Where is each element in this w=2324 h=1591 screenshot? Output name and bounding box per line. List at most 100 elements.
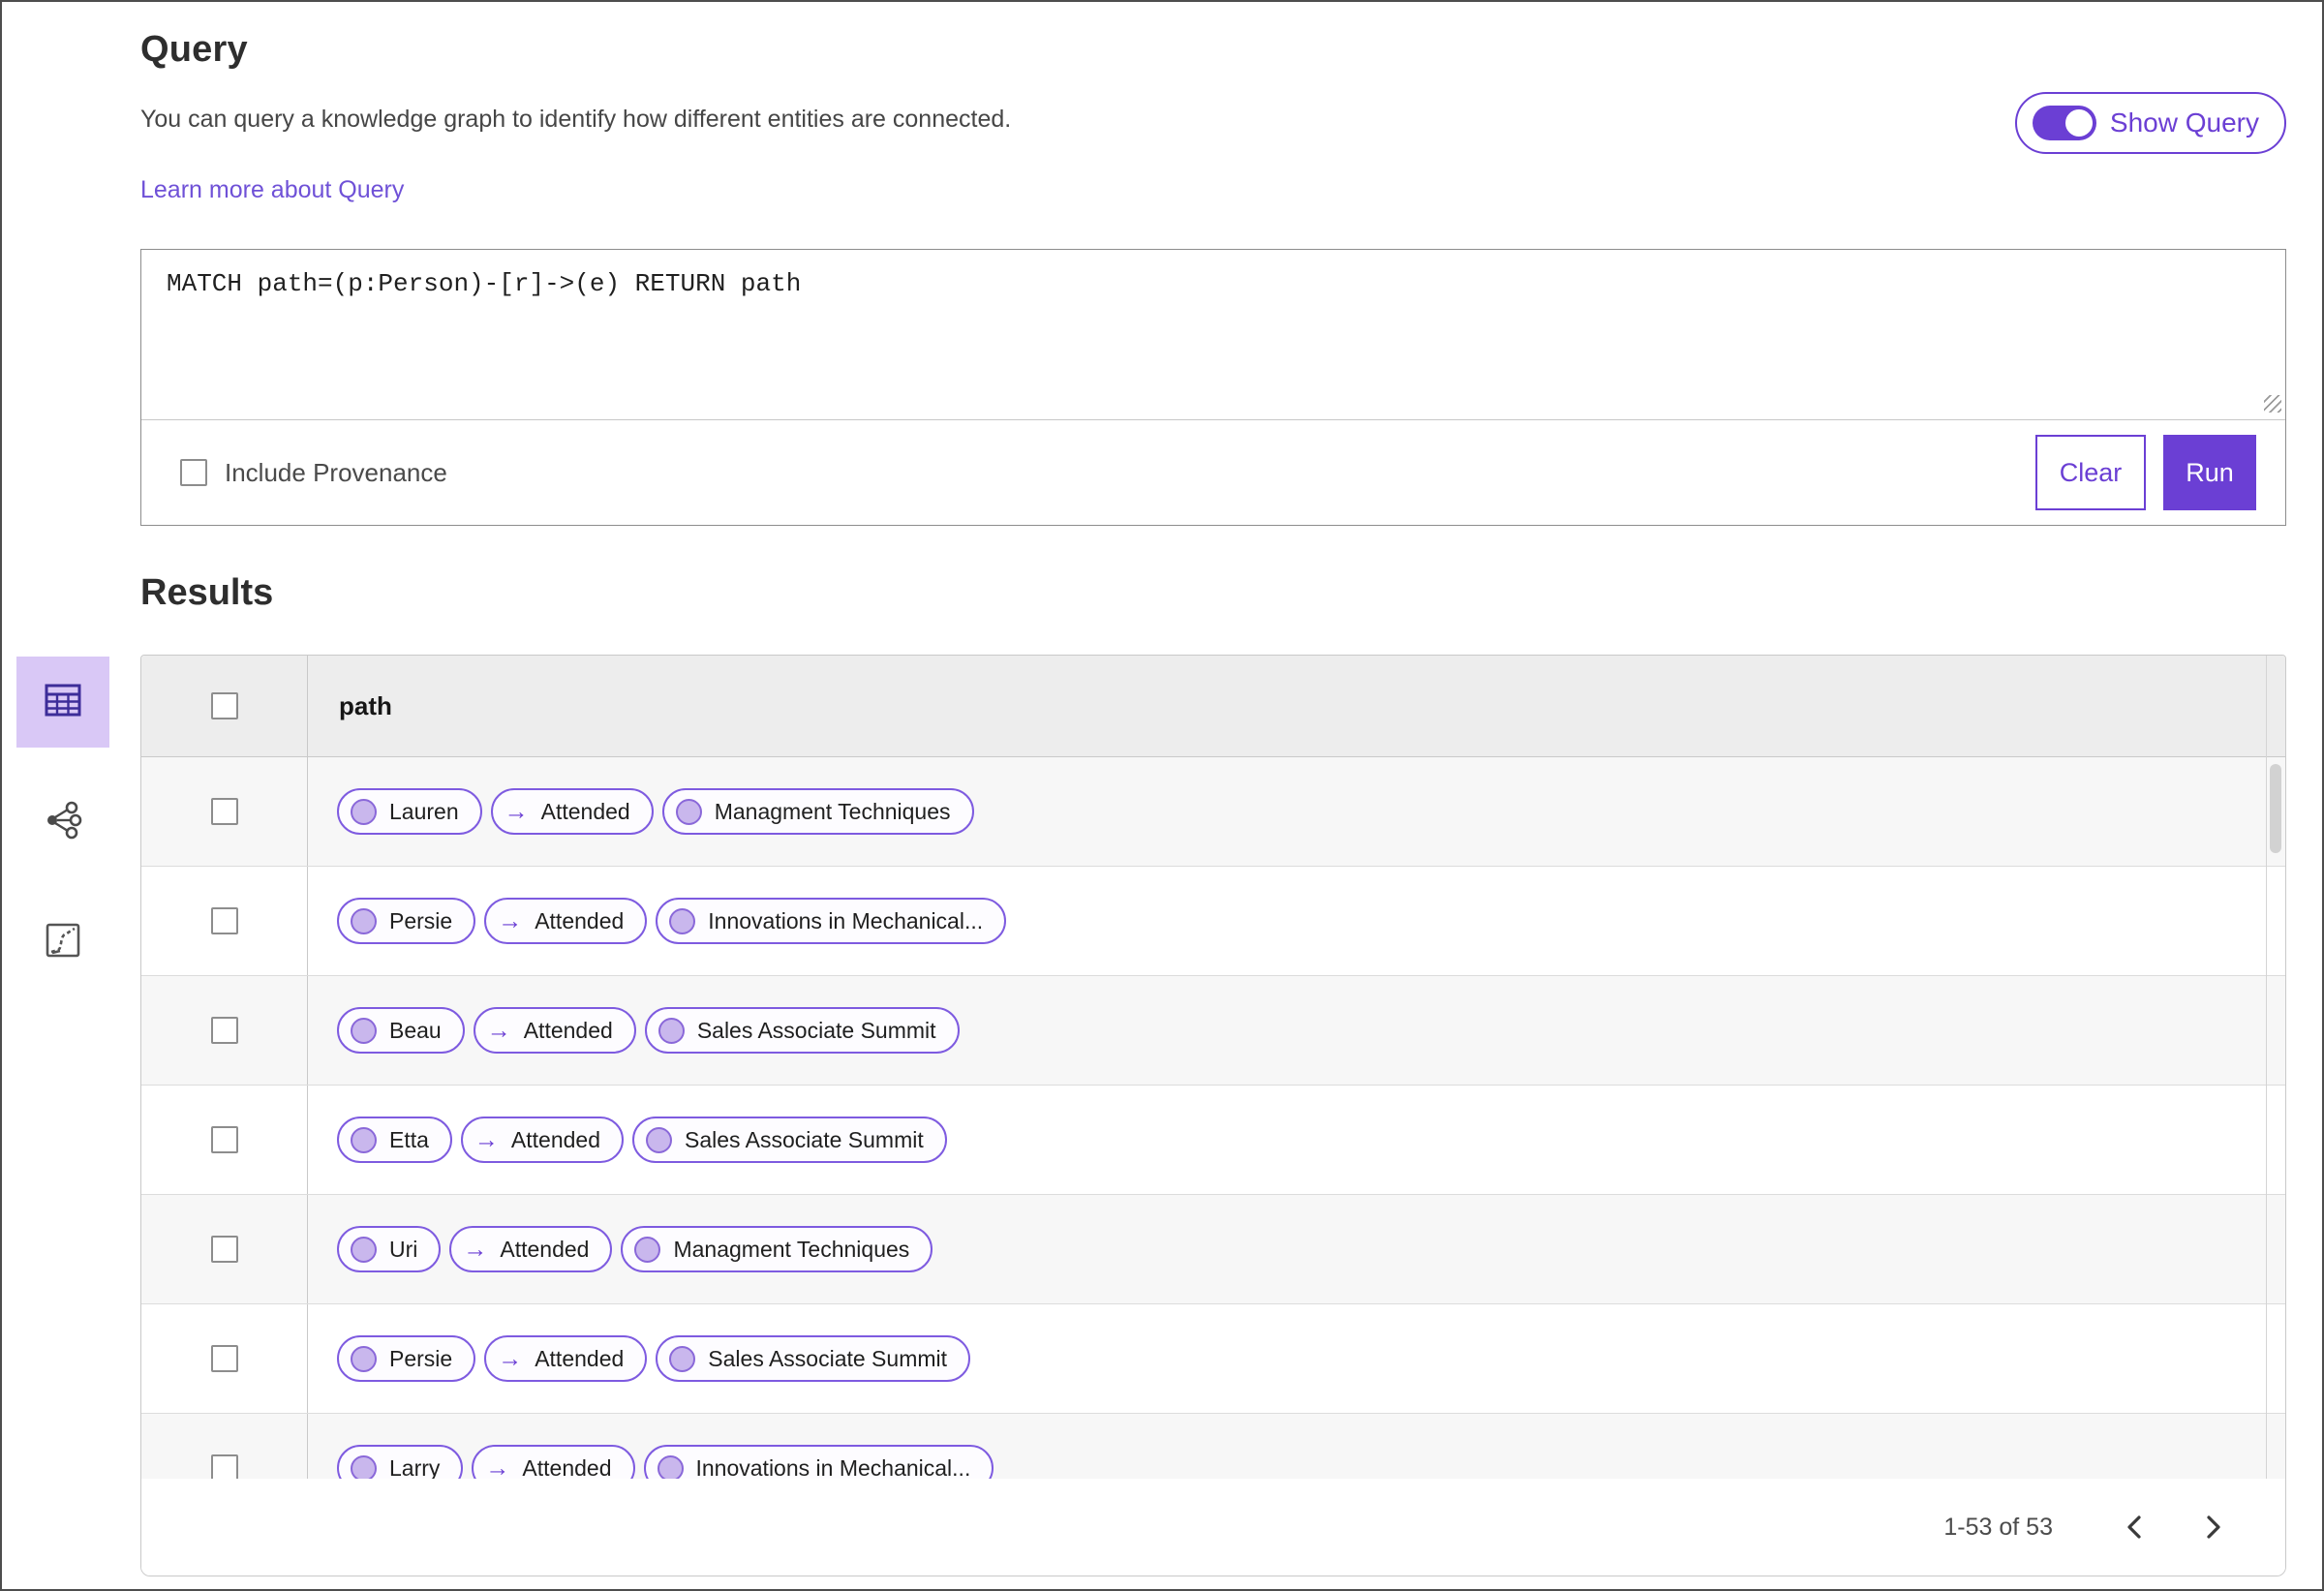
target-node-pill[interactable]: Innovations in Mechanical... [643,1445,994,1479]
table-view-button[interactable] [16,657,109,748]
chevron-right-icon[interactable] [2190,1504,2237,1550]
path-cell: Lauren → Attended Managment Techniques [308,757,2285,866]
learn-more-link[interactable]: Learn more about Query [140,176,404,204]
include-provenance-label: Include Provenance [225,457,447,487]
target-node-pill[interactable]: Sales Associate Summit [656,1335,971,1382]
edge-label: Attended [522,1454,612,1480]
page-range-label: 1-53 of 53 [1943,1513,2053,1541]
row-select-cell [141,867,308,975]
edge-pill[interactable]: → Attended [472,1445,635,1480]
arrow-right-icon: → [498,906,523,934]
source-node-pill[interactable]: Larry [337,1445,464,1479]
clear-button[interactable]: Clear [2035,435,2146,510]
node-dot-icon [669,1345,696,1372]
toggle-knob [2062,107,2095,139]
path-cell: Larry → Attended Innovations in Mechanic… [308,1414,2285,1479]
source-node-pill[interactable]: Lauren [337,788,482,835]
table-icon [45,684,81,721]
resize-grip-icon[interactable] [2264,395,2281,413]
path-cell: Uri → Attended Managment Techniques [308,1195,2285,1303]
node-dot-icon [351,1126,377,1153]
source-node-pill[interactable]: Beau [337,1007,465,1054]
show-query-label: Show Query [2109,107,2259,138]
edge-pill[interactable]: → Attended [449,1226,613,1272]
query-description: You can query a knowledge graph to ident… [140,106,1012,133]
row-select-cell [141,1086,308,1194]
row-select-cell [141,1414,308,1479]
row-select-cell [141,976,308,1085]
intro-text: You can query a knowledge graph to ident… [140,71,1011,204]
row-checkbox[interactable] [210,1126,238,1153]
row-checkbox[interactable] [210,1454,238,1479]
target-node-pill[interactable]: Sales Associate Summit [644,1007,960,1054]
arrow-right-icon: → [485,1453,510,1480]
source-node-pill[interactable]: Uri [337,1226,442,1272]
node-dot-icon [351,798,377,825]
source-node-label: Persie [389,1345,453,1371]
source-node-label: Lauren [389,798,459,824]
query-editor-box: Include Provenance Clear Run [140,249,2286,526]
edge-pill[interactable]: → Attended [484,1335,648,1382]
target-node-pill[interactable]: Managment Techniques [621,1226,933,1272]
page-title: Query [140,29,248,70]
include-provenance-checkbox[interactable] [180,459,207,486]
toggle-on-icon[interactable] [2032,106,2096,140]
target-node-label: Managment Techniques [673,1236,910,1262]
row-checkbox[interactable] [210,1345,238,1372]
table-row: Lauren → Attended Managment Techniques [141,757,2285,867]
query-textarea-wrap [141,250,2285,420]
arrow-right-icon: → [486,1016,511,1044]
source-node-pill[interactable]: Etta [337,1117,452,1163]
query-page: Query You can query a knowledge graph to… [0,0,2324,1591]
scrollbar-thumb[interactable] [2270,764,2281,853]
target-node-pill[interactable]: Managment Techniques [661,788,974,835]
target-node-label: Sales Associate Summit [708,1345,948,1371]
path-column-header: path [339,690,392,720]
results-title: Results [140,572,274,613]
results-area: path Lauren → Attended Managment Techniq… [16,655,2286,1576]
row-checkbox[interactable] [210,1236,238,1263]
source-node-pill[interactable]: Persie [337,1335,476,1382]
node-dot-icon [675,798,702,825]
row-checkbox[interactable] [210,798,238,825]
target-node-pill[interactable]: Innovations in Mechanical... [656,898,1007,944]
show-query-toggle[interactable]: Show Query [2014,92,2286,154]
edge-label: Attended [523,1017,613,1043]
edge-label: Attended [510,1126,601,1152]
table-row: Persie → Attended Innovations in Mechani… [141,867,2285,976]
query-input[interactable] [141,250,2285,420]
node-dot-icon [351,907,377,934]
chart-icon [46,923,80,963]
arrow-right-icon: → [474,1125,499,1153]
graph-view-button[interactable] [16,777,109,868]
target-node-label: Managment Techniques [714,798,951,824]
edge-label: Attended [535,1345,625,1371]
source-node-label: Persie [389,907,453,933]
network-graph-icon [44,801,82,844]
source-node-pill[interactable]: Persie [337,898,476,944]
node-dot-icon [646,1126,673,1153]
path-cell: Etta → Attended Sales Associate Summit [308,1086,2285,1194]
edge-pill[interactable]: → Attended [473,1007,636,1054]
source-node-label: Uri [389,1236,418,1262]
chart-view-button[interactable] [16,897,109,988]
table-row: Beau → Attended Sales Associate Summit [141,976,2285,1086]
edge-label: Attended [535,907,625,933]
node-dot-icon [351,1236,377,1263]
table-row: Uri → Attended Managment Techniques [141,1195,2285,1304]
node-dot-icon [634,1236,661,1263]
row-checkbox[interactable] [210,1017,238,1044]
select-all-checkbox[interactable] [210,692,238,719]
run-button[interactable]: Run [2163,435,2256,510]
node-dot-icon [657,1017,685,1044]
select-all-cell [141,656,308,756]
row-checkbox[interactable] [210,907,238,934]
chevron-left-icon[interactable] [2111,1504,2157,1550]
edge-pill[interactable]: → Attended [484,898,648,944]
node-dot-icon [351,1345,377,1372]
row-select-cell [141,1195,308,1303]
edge-pill[interactable]: → Attended [460,1117,625,1163]
node-dot-icon [351,1017,377,1044]
target-node-pill[interactable]: Sales Associate Summit [632,1117,947,1163]
edge-pill[interactable]: → Attended [490,788,654,835]
